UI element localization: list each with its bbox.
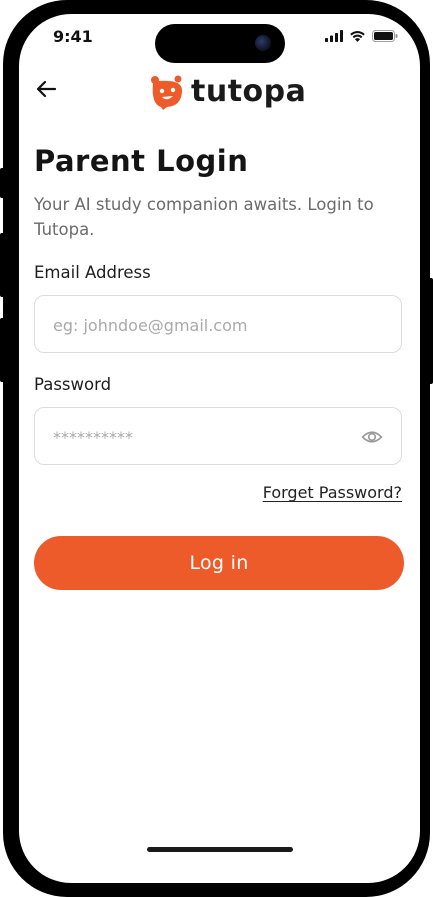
battery-icon	[372, 30, 398, 42]
status-icons	[325, 30, 398, 42]
password-label: Password	[34, 375, 112, 394]
cellular-signal-icon	[325, 30, 343, 42]
phone-bezel: 9:41 tutopa Parent Login Your AI study c…	[3, 0, 430, 897]
phone-frame: 9:41 tutopa Parent Login Your AI study c…	[0, 0, 433, 897]
brand-logo: tutopa	[147, 74, 306, 110]
screen: 9:41 tutopa Parent Login Your AI study c…	[19, 14, 420, 883]
email-label: Email Address	[34, 263, 151, 282]
password-field[interactable]	[51, 408, 365, 466]
brand-name: tutopa	[191, 74, 307, 109]
email-field[interactable]	[51, 296, 365, 354]
email-field-container	[34, 295, 402, 354]
dynamic-island	[155, 24, 285, 63]
password-field-container	[34, 407, 402, 466]
wifi-icon	[350, 31, 365, 42]
eye-icon[interactable]	[361, 426, 383, 448]
status-time: 9:41	[53, 27, 93, 46]
page-subtitle: Your AI study companion awaits. Login to…	[34, 195, 374, 239]
back-arrow-icon[interactable]	[35, 78, 57, 100]
forgot-password-link[interactable]: Forget Password?	[263, 483, 402, 502]
camera-lens	[255, 35, 271, 51]
tutopa-mascot-icon	[151, 75, 183, 110]
page-title: Parent Login	[34, 144, 249, 178]
home-indicator	[147, 847, 293, 852]
login-button[interactable]: Log in	[34, 536, 404, 590]
